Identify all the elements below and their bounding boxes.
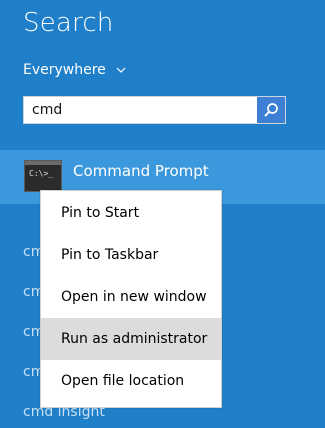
menu-item-pin-to-start[interactable]: Pin to Start (41, 192, 221, 234)
menu-item-pin-to-taskbar[interactable]: Pin to Taskbar (41, 234, 221, 276)
search-button[interactable] (257, 97, 285, 123)
result-title: Command Prompt (73, 162, 209, 180)
search-title: Search (23, 8, 114, 38)
icon-prompt-text: C:\>_ (29, 169, 54, 178)
menu-item-open-file-location[interactable]: Open file location (41, 360, 221, 402)
search-icon (264, 103, 278, 117)
command-prompt-icon: C:\>_ (24, 160, 62, 192)
search-scope-dropdown[interactable]: Everywhere (23, 62, 126, 78)
menu-item-open-in-new-window[interactable]: Open in new window (41, 276, 221, 318)
scope-label: Everywhere (23, 62, 106, 78)
search-box (23, 96, 286, 124)
chevron-down-icon (116, 67, 126, 73)
menu-item-run-as-administrator[interactable]: Run as administrator (41, 318, 221, 360)
icon-titlebar (25, 161, 61, 165)
search-input[interactable] (24, 97, 257, 123)
context-menu: Pin to Start Pin to Taskbar Open in new … (40, 190, 222, 408)
